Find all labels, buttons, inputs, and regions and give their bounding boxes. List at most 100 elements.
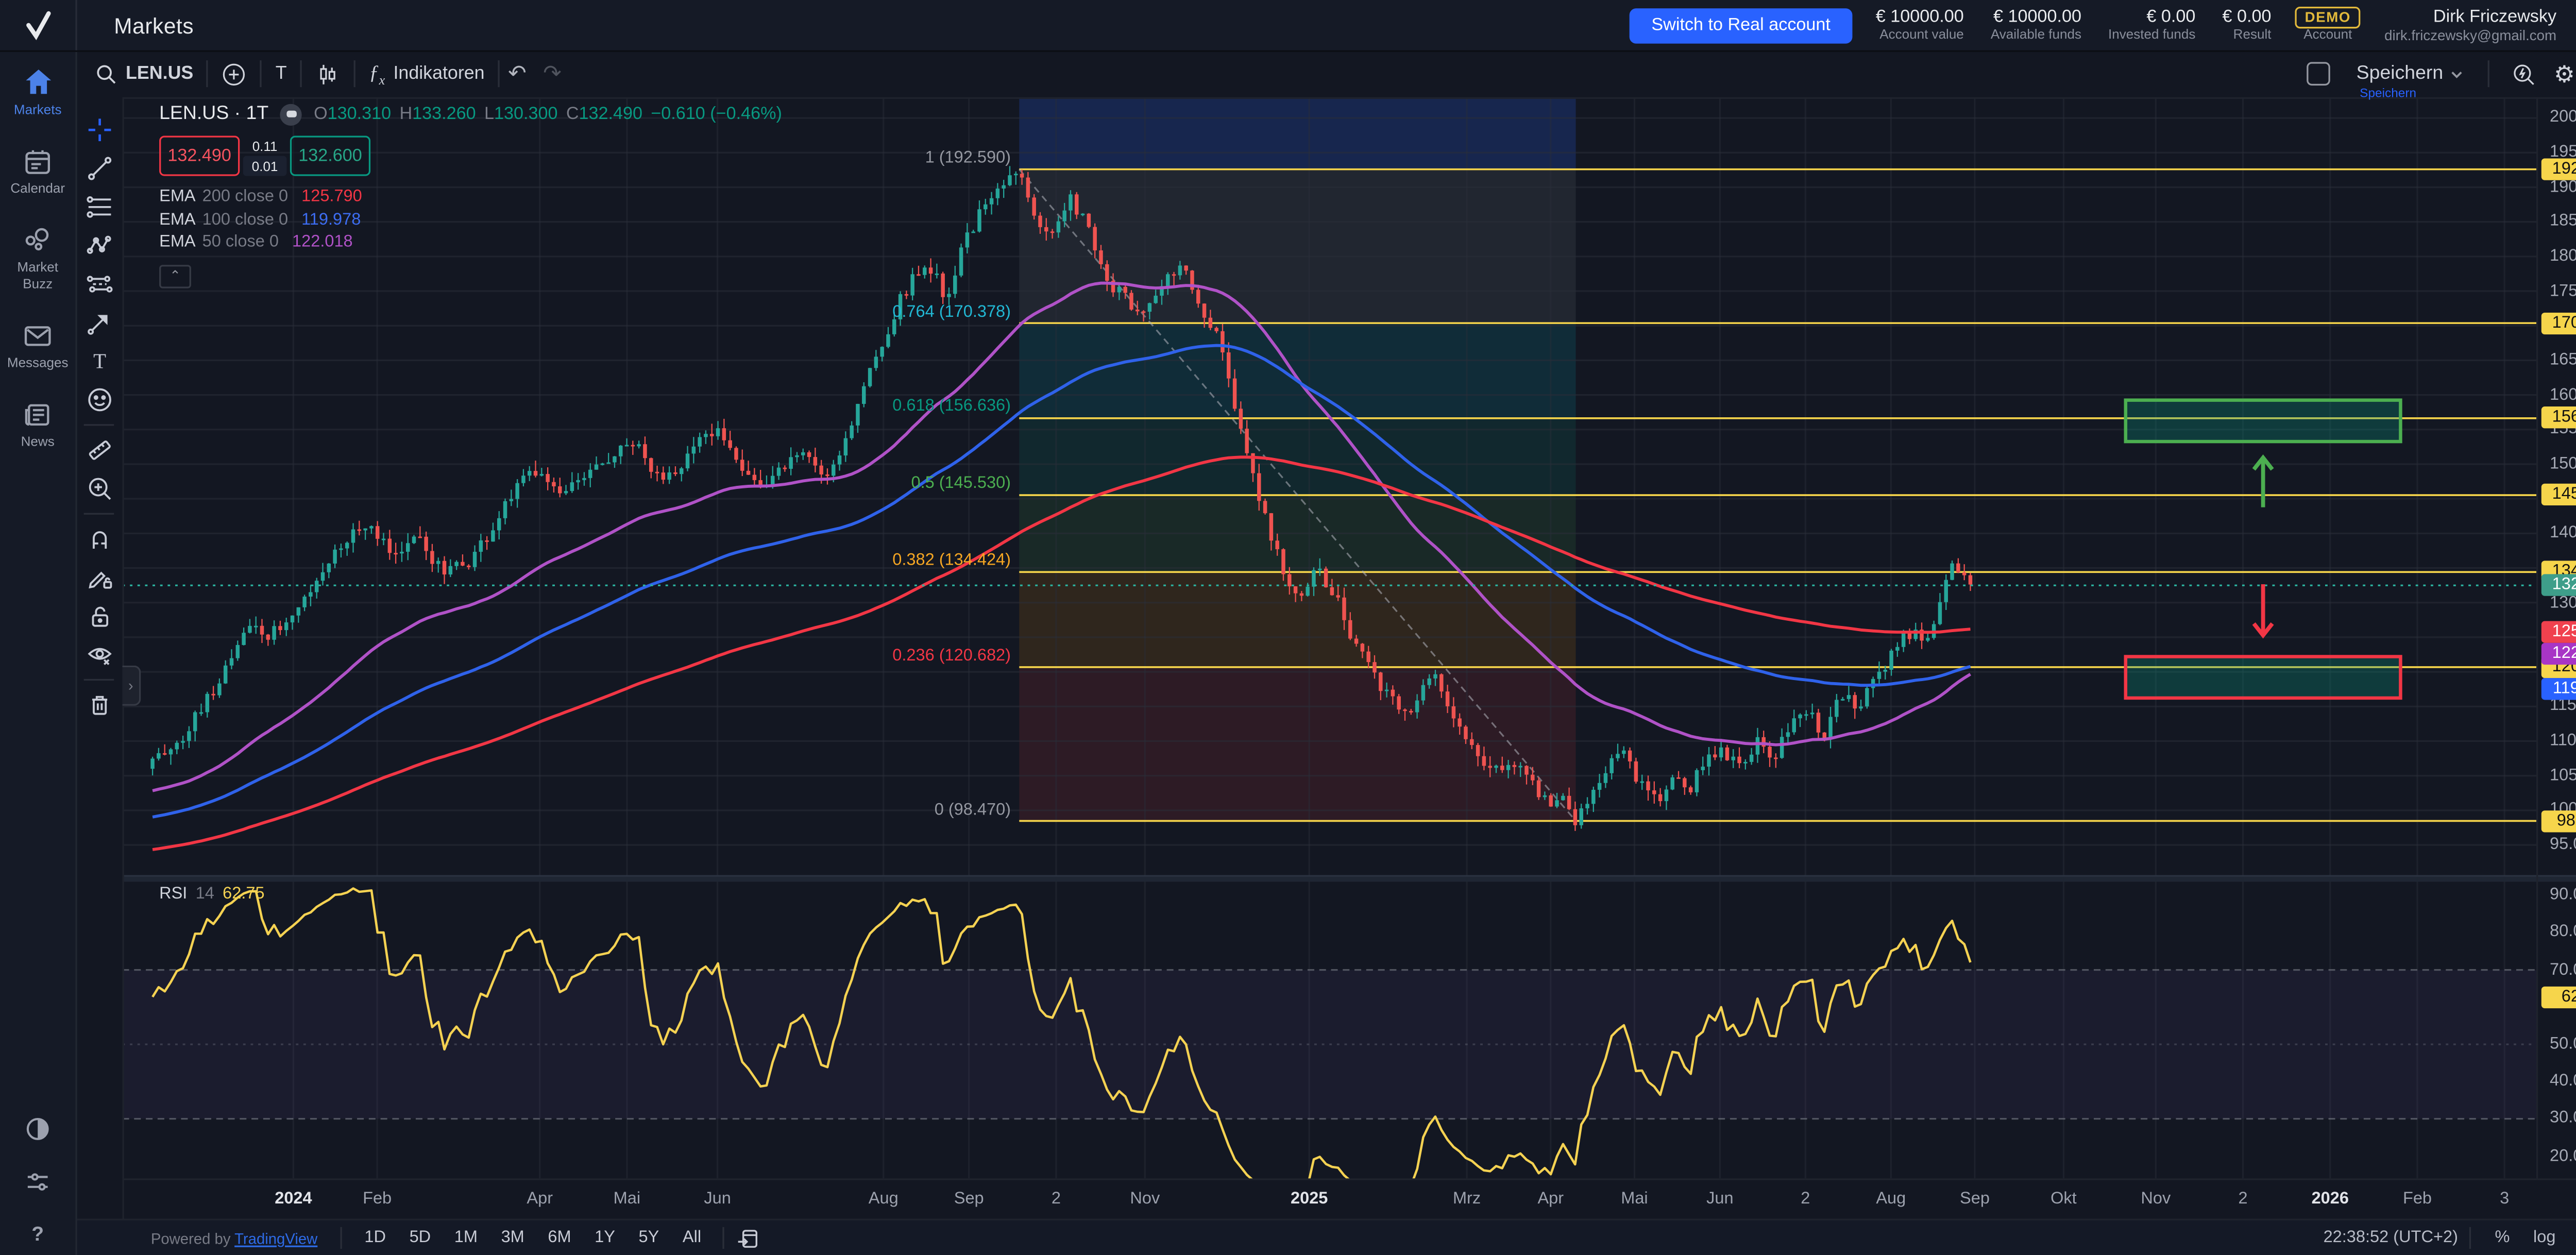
demo-account-badge: DEMO Account bbox=[2295, 7, 2361, 44]
page-title: Markets bbox=[114, 12, 194, 38]
range-button-1d[interactable]: 1D bbox=[354, 1226, 396, 1251]
sell-button[interactable]: 132.490 bbox=[159, 136, 240, 176]
range-button-6m[interactable]: 6M bbox=[538, 1226, 581, 1251]
interval-button[interactable]: T bbox=[262, 55, 300, 92]
chart-style-button[interactable] bbox=[302, 55, 354, 92]
auto-scale-button[interactable]: auto bbox=[2567, 1226, 2576, 1251]
quick-search-icon[interactable] bbox=[2503, 55, 2545, 92]
undo-button[interactable]: ↶ bbox=[500, 55, 535, 92]
price-tick: 175.000 bbox=[2550, 282, 2576, 300]
legend-ema-50[interactable]: EMA50 close 0122.018 bbox=[159, 231, 782, 254]
time-label: Sep bbox=[1960, 1190, 1990, 1209]
chart-toolbar: LEN.US T ƒx Indikatoren ↶ ↷ Speichern Sp… bbox=[75, 50, 2576, 99]
sidebar-item-market-buzz[interactable]: MarketBuzz bbox=[0, 210, 75, 304]
switch-to-real-account-button[interactable]: Switch to Real account bbox=[1630, 8, 1852, 43]
save-button[interactable]: Speichern Speichern bbox=[2346, 64, 2475, 84]
sidebar-item-messages[interactable]: Messages bbox=[0, 304, 75, 384]
time-label: Okt bbox=[2050, 1190, 2077, 1209]
text-tool[interactable]: T bbox=[79, 342, 119, 381]
range-button-1m[interactable]: 1M bbox=[444, 1226, 487, 1251]
trend-line-tool[interactable] bbox=[79, 149, 119, 188]
symbol-search-button[interactable]: LEN.US bbox=[82, 55, 207, 92]
rectangle-drawing[interactable] bbox=[2126, 400, 2401, 442]
remove-drawings-tool[interactable] bbox=[79, 686, 119, 724]
clock[interactable]: 22:38:52 (UTC+2) bbox=[2324, 1229, 2458, 1248]
sidebar-item-calendar[interactable]: Calendar bbox=[0, 131, 75, 210]
fx-icon: ƒx bbox=[369, 60, 385, 87]
legend-symbol-title[interactable]: LEN.US · 1T bbox=[159, 104, 268, 124]
settings-gear-icon[interactable]: ⚙ bbox=[2546, 55, 2576, 92]
layout-checkbox[interactable] bbox=[2306, 62, 2330, 86]
legend-ema-200[interactable]: EMA200 close 0125.790 bbox=[159, 186, 782, 209]
price-label: 192.590 bbox=[2541, 158, 2576, 180]
price-label: 132.490 bbox=[2541, 574, 2576, 596]
emoji-tool[interactable] bbox=[79, 381, 119, 419]
fib-level-label: 0.618 (156.636) bbox=[892, 398, 1011, 417]
range-button-5y[interactable]: 5Y bbox=[629, 1226, 669, 1251]
account-stats: € 10000.00Account value€ 10000.00Availab… bbox=[1876, 7, 2272, 43]
hide-drawings-tool[interactable] bbox=[79, 635, 119, 674]
price-tick: 165.000 bbox=[2550, 351, 2576, 369]
time-label: 2025 bbox=[1291, 1190, 1328, 1209]
fib-retracement-tool[interactable] bbox=[79, 188, 119, 226]
time-axis[interactable]: 2024FebAprMaiJunAugSep2Nov2025MrzAprMaiJ… bbox=[75, 1178, 2576, 1220]
stat-result: € 0.00Result bbox=[2222, 7, 2271, 43]
legend-visibility-icon[interactable] bbox=[280, 103, 302, 125]
time-label: Mai bbox=[614, 1190, 640, 1209]
time-label: Feb bbox=[363, 1190, 392, 1209]
time-label: Apr bbox=[1537, 1190, 1564, 1209]
price-axis[interactable]: 200.000195.000190.000185.000180.000175.0… bbox=[2536, 97, 2576, 1179]
range-button-1y[interactable]: 1Y bbox=[585, 1226, 625, 1251]
demo-badge: DEMO bbox=[2295, 7, 2361, 29]
pane-separator[interactable] bbox=[123, 875, 2576, 881]
stat-account-value: € 10000.00Account value bbox=[1876, 7, 1964, 43]
range-button-5d[interactable]: 5D bbox=[399, 1226, 441, 1251]
log-scale-button[interactable]: log bbox=[2521, 1226, 2567, 1251]
time-label: 2 bbox=[1801, 1190, 1810, 1209]
redo-button[interactable]: ↷ bbox=[535, 55, 570, 92]
ruler-tool[interactable] bbox=[79, 431, 119, 469]
user-info[interactable]: Dirk Friczewsky dirk.friczewsky@gmail.co… bbox=[2384, 6, 2556, 44]
legend-ema-100[interactable]: EMA100 close 0119.978 bbox=[159, 209, 782, 231]
magnet-tool[interactable] bbox=[79, 520, 119, 558]
buy-button[interactable]: 132.600 bbox=[290, 136, 370, 176]
xabcd-pattern-tool[interactable] bbox=[79, 226, 119, 265]
preferences-icon[interactable] bbox=[24, 1168, 52, 1196]
projection-tool[interactable] bbox=[79, 265, 119, 303]
app-logo-icon[interactable] bbox=[0, 0, 77, 50]
compare-button[interactable] bbox=[209, 55, 261, 92]
crosshair-tool[interactable] bbox=[79, 111, 119, 149]
time-label: 3 bbox=[2500, 1190, 2509, 1209]
time-label: Apr bbox=[527, 1190, 553, 1209]
percent-scale-button[interactable]: % bbox=[2483, 1226, 2522, 1251]
toolbar-collapse-handle[interactable]: › bbox=[123, 666, 141, 706]
lock-drawings-tool[interactable] bbox=[79, 597, 119, 635]
price-tick: 40.00 bbox=[2550, 1072, 2576, 1091]
range-button-all[interactable]: All bbox=[672, 1226, 711, 1251]
fib-zone bbox=[1019, 572, 1575, 667]
sidebar-item-news[interactable]: News bbox=[0, 384, 75, 463]
sidebar-item-markets[interactable]: Markets bbox=[0, 50, 75, 131]
indicators-button[interactable]: ƒx Indikatoren bbox=[355, 55, 498, 92]
tradingview-link[interactable]: TradingView bbox=[234, 1230, 317, 1247]
legend-collapse-button[interactable]: ⌃ bbox=[159, 264, 191, 287]
stay-in-drawing-mode-tool[interactable] bbox=[79, 558, 119, 597]
rsi-legend[interactable]: RSI 14 62.75 bbox=[159, 885, 264, 904]
price-label: 119.978 bbox=[2541, 677, 2576, 699]
contrast-icon[interactable] bbox=[24, 1114, 52, 1143]
range-button-3m[interactable]: 3M bbox=[491, 1226, 534, 1251]
rectangle-drawing[interactable] bbox=[2126, 657, 2401, 698]
go-to-date-icon[interactable] bbox=[736, 1227, 760, 1250]
price-tick: 110.000 bbox=[2550, 732, 2576, 751]
zoom-in-tool[interactable] bbox=[79, 469, 119, 508]
arrow-marker-tool[interactable] bbox=[79, 303, 119, 342]
fib-zone bbox=[1019, 667, 1575, 821]
fib-level-label: 0.764 (170.378) bbox=[892, 303, 1011, 321]
time-label: Mrz bbox=[1453, 1190, 1481, 1209]
price-label: 98.470 bbox=[2541, 810, 2576, 832]
time-label: Feb bbox=[2403, 1190, 2432, 1209]
time-label: Aug bbox=[1876, 1190, 1906, 1209]
price-tick: 20.00 bbox=[2550, 1147, 2576, 1165]
news-icon bbox=[22, 399, 54, 431]
help-icon[interactable]: ? bbox=[31, 1222, 44, 1245]
